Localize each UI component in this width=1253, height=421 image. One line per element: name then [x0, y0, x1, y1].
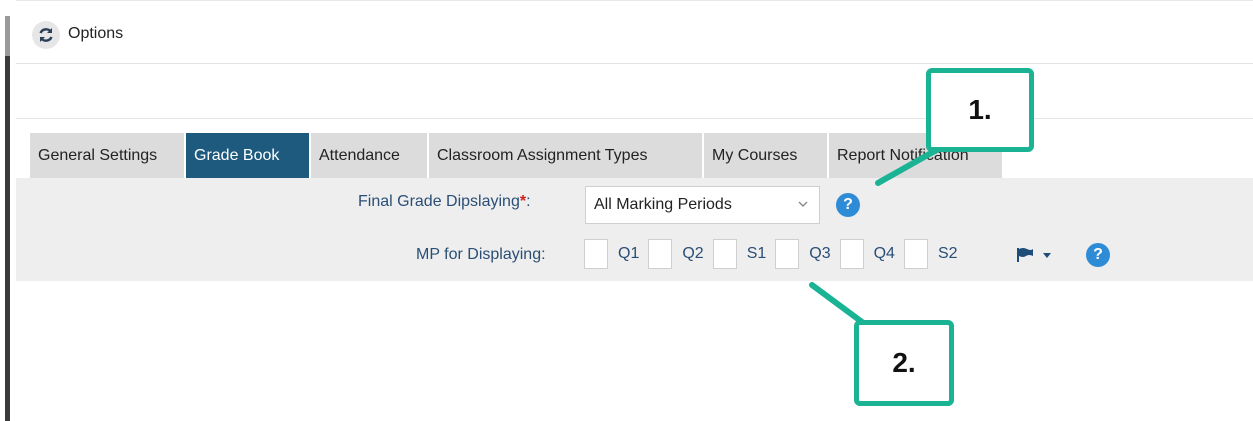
- checkbox-s1[interactable]: [712, 239, 737, 269]
- final-grade-help-icon[interactable]: ?: [836, 193, 860, 217]
- settings-tabs: General Settings Grade Book Attendance C…: [30, 133, 1004, 178]
- chevron-down-icon: [798, 201, 808, 207]
- caret-down-icon: [1043, 253, 1051, 258]
- divider: [16, 118, 1253, 119]
- label-colon: :: [526, 193, 531, 210]
- mp-help-icon[interactable]: ?: [1086, 243, 1110, 267]
- page-title: Options: [68, 25, 124, 42]
- final-grade-label-text: Final Grade Dipslaying: [358, 193, 520, 210]
- tab-my-courses[interactable]: My Courses: [704, 133, 829, 178]
- refresh-button[interactable]: [32, 21, 60, 49]
- final-grade-label: Final Grade Dipslaying*:: [358, 193, 531, 211]
- label-s2: S2: [937, 245, 958, 262]
- final-grade-select[interactable]: All Marking Periods: [585, 186, 820, 224]
- callout-2: 2.: [854, 320, 954, 406]
- checkbox-q1[interactable]: [584, 239, 608, 269]
- left-rail: [5, 56, 10, 421]
- label-q3: Q3: [809, 245, 831, 262]
- label-s1: S1: [746, 245, 767, 262]
- options-header: Options: [16, 0, 1253, 64]
- tab-grade-book[interactable]: Grade Book: [186, 133, 311, 178]
- checkbox-q3[interactable]: [775, 239, 800, 269]
- checkbox-s2[interactable]: [903, 239, 928, 269]
- tab-classroom-assignment-types[interactable]: Classroom Assignment Types: [429, 133, 704, 178]
- checkbox-q2[interactable]: [648, 239, 673, 269]
- flag-icon: [1017, 248, 1033, 262]
- mp-display-label: MP for Displaying:: [416, 246, 546, 263]
- checkbox-q4[interactable]: [839, 239, 864, 269]
- tab-general-settings[interactable]: General Settings: [30, 133, 186, 178]
- marking-period-checkboxes: Q1 Q2 S1 Q3 Q4 S2: [584, 238, 967, 270]
- final-grade-select-value: All Marking Periods: [594, 196, 732, 213]
- label-q2: Q2: [682, 245, 704, 262]
- label-q1: Q1: [618, 245, 640, 262]
- callout-1: 1.: [926, 68, 1034, 152]
- callout-2-pointer: [809, 282, 865, 325]
- left-rail-accent: [5, 16, 10, 56]
- refresh-icon: [39, 28, 53, 42]
- tab-attendance[interactable]: Attendance: [311, 133, 429, 178]
- label-q4: Q4: [873, 245, 895, 262]
- flag-dropdown-button[interactable]: [1015, 247, 1053, 263]
